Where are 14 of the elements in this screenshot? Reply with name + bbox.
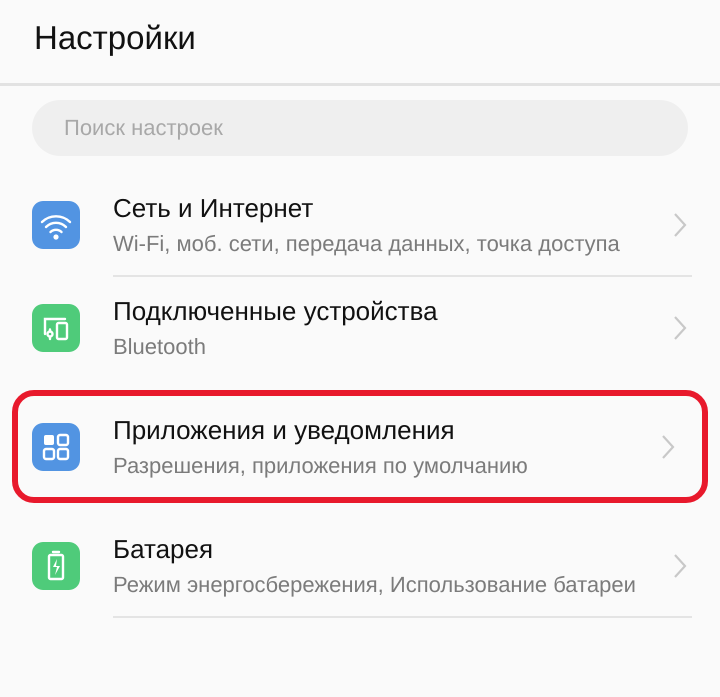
- chevron-icon: [672, 210, 688, 238]
- search-field[interactable]: Поиск настроек: [32, 100, 688, 156]
- chevron-icon: [660, 432, 676, 460]
- setting-summary: Режим энергосбережения, Использование батареи: [113, 571, 637, 599]
- chevron-icon: [672, 552, 688, 580]
- setting-summary: Разрешения, приложения по умолчанию: [113, 452, 529, 480]
- setting-summary: Wi-Fi, моб. сети, передача данных, точка доступа: [113, 230, 621, 258]
- screen-title: Настройки: [34, 18, 197, 58]
- setting-summary: Bluetooth: [113, 333, 207, 361]
- chevron-icon: [672, 314, 688, 342]
- setting-title[interactable]: Подключенные устройства: [113, 293, 656, 329]
- setting-title[interactable]: Батарея: [113, 531, 656, 567]
- setting-title[interactable]: Приложения и уведомления: [113, 412, 644, 448]
- setting-title[interactable]: Сеть и Интернет: [113, 190, 656, 226]
